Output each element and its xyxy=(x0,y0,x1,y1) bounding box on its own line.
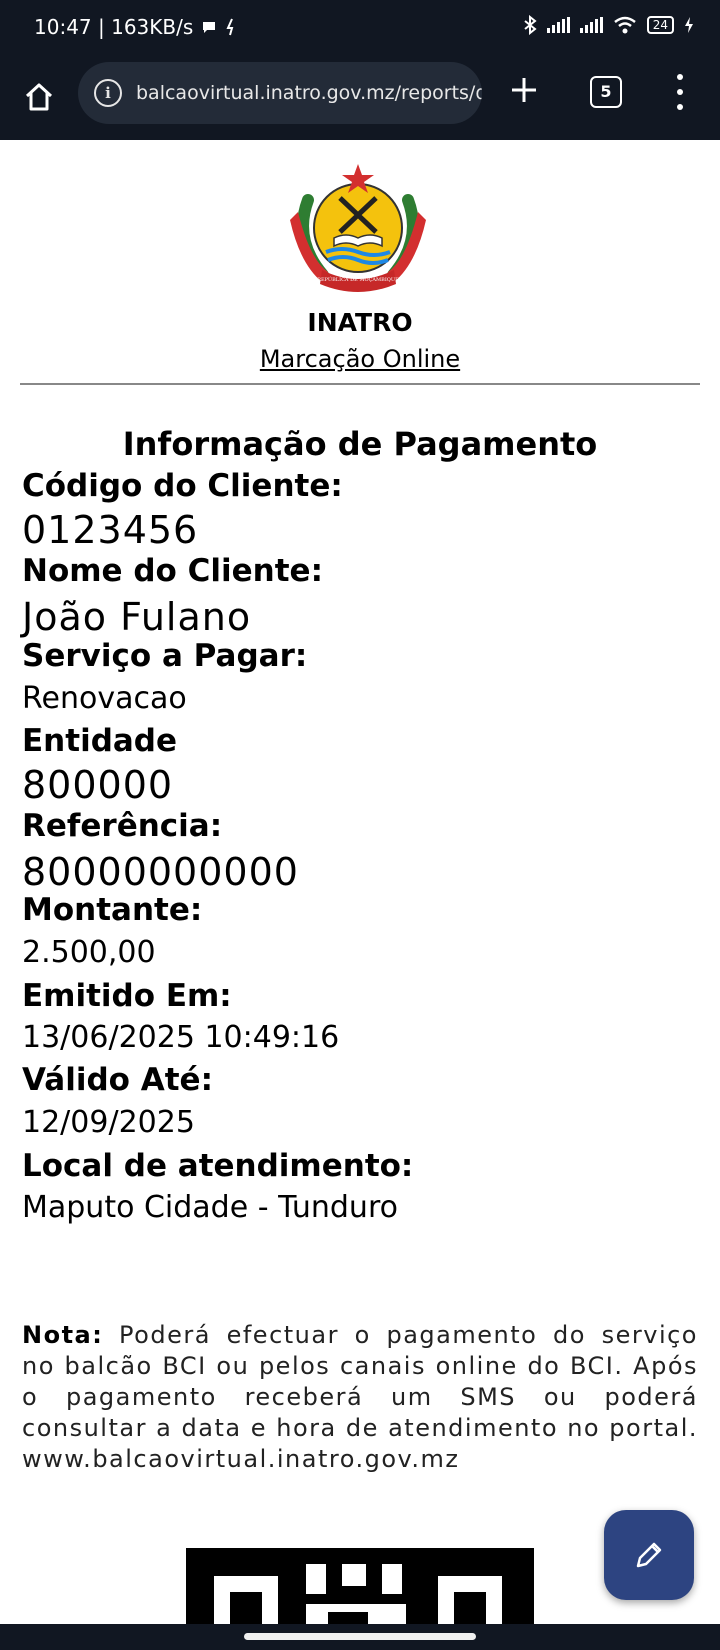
service-value: Renovacao xyxy=(22,681,187,716)
emblem-ribbon-text: REPÚBLICA DE MOÇAMBIQUE xyxy=(317,275,399,283)
address-bar[interactable]: i balcaovirtual.inatro.gov.mz/reports/dc xyxy=(78,62,482,124)
status-bar: 10:47 | 163KB/s 24 xyxy=(0,0,720,56)
tabs-button[interactable]: 5 xyxy=(590,76,622,108)
location-value: Maputo Cidade - Tunduro xyxy=(22,1190,398,1225)
signal-icon xyxy=(546,17,570,33)
note-paragraph: Nota: Poderá efectuar o pagamento do ser… xyxy=(22,1320,698,1475)
charging-icon xyxy=(685,17,693,33)
status-time-speed: 10:47 | 163KB/s xyxy=(34,15,194,39)
note-label: Nota: xyxy=(22,1321,104,1349)
service-label: Serviço a Pagar: xyxy=(22,638,308,674)
pencil-icon xyxy=(636,1542,662,1568)
battery-icon: 24 xyxy=(646,16,674,34)
amount-label: Montante: xyxy=(22,892,203,928)
location-label: Local de atendimento: xyxy=(22,1148,414,1184)
signal-icon-2 xyxy=(579,17,603,33)
gesture-nav-bar xyxy=(0,1624,720,1650)
valid-until-label: Válido Até: xyxy=(22,1062,213,1098)
client-code-label: Código do Cliente: xyxy=(22,468,343,504)
reference-label: Referência: xyxy=(22,808,223,844)
url-text[interactable]: balcaovirtual.inatro.gov.mz/reports/dc xyxy=(136,82,482,104)
activity-icon xyxy=(226,18,234,36)
entity-value: 800000 xyxy=(22,763,174,807)
edit-fab-button[interactable] xyxy=(604,1510,694,1600)
org-name: INATRO xyxy=(307,308,413,337)
client-code-value: 0123456 xyxy=(22,508,199,552)
entity-label: Entidade xyxy=(22,723,178,759)
valid-until-value: 12/09/2025 xyxy=(22,1105,195,1140)
new-tab-button[interactable] xyxy=(502,68,546,112)
emblem-icon: REPÚBLICA DE MOÇAMBIQUE xyxy=(290,164,426,292)
home-handle[interactable] xyxy=(244,1633,476,1640)
bluetooth-icon xyxy=(524,15,537,35)
qr-code xyxy=(186,1548,534,1628)
section-title: Informação de Pagamento xyxy=(122,425,598,463)
more-vert-icon[interactable] xyxy=(672,74,688,110)
client-name-value: João Fulano xyxy=(22,595,252,639)
status-right: 24 xyxy=(523,15,694,35)
status-left: 10:47 | 163KB/s xyxy=(34,15,239,39)
plus-icon xyxy=(512,78,536,102)
client-name-label: Nome do Cliente: xyxy=(22,553,323,589)
browser-toolbar: i balcaovirtual.inatro.gov.mz/reports/dc… xyxy=(0,56,720,140)
issued-value: 13/06/2025 10:49:16 xyxy=(22,1020,340,1055)
info-icon[interactable]: i xyxy=(94,79,122,107)
marcacao-online-link[interactable]: Marcação Online xyxy=(0,345,720,373)
wifi-icon xyxy=(613,16,636,34)
home-button[interactable] xyxy=(18,76,60,118)
reference-value: 80000000000 xyxy=(22,850,299,894)
home-icon xyxy=(25,83,53,111)
amount-value: 2.500,00 xyxy=(22,935,156,970)
chat-icon xyxy=(203,22,216,33)
issued-label: Emitido Em: xyxy=(22,978,232,1014)
divider xyxy=(20,383,700,385)
note-text: Poderá efectuar o pagamento do serviço n… xyxy=(22,1321,698,1473)
